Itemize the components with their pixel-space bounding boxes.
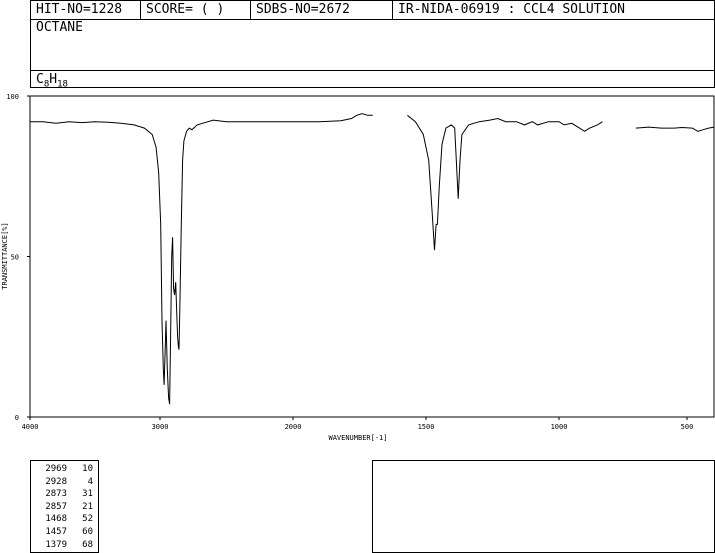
peak-transmittance: 52: [82, 514, 93, 525]
header-divider-top: [31, 19, 714, 20]
ir-spectrum-chart: 0 50 100 4000 3000 2000 1500 1000 500 WAVENUMBE…: [1, 93, 715, 442]
peak-row: 2857 21: [35, 501, 97, 513]
peak-wavenumber: 2857: [45, 501, 67, 512]
peak-transmittance: 68: [82, 539, 93, 550]
formula-c: C: [36, 72, 44, 87]
peak-row: 2969 10: [35, 463, 97, 475]
header-divider-bottom: [31, 70, 714, 71]
header-panel: HIT-NO=1228 SCORE= ( ) SDBS-NO=2672 IR-N…: [30, 0, 715, 90]
formula-h-count: 18: [57, 79, 68, 90]
score: SCORE= ( ): [141, 1, 251, 19]
peak-row: 2873 31: [35, 488, 97, 500]
y-tick-label: 50: [11, 254, 19, 262]
x-axis-label: WAVENUMBER[-1]: [328, 434, 387, 442]
x-tick-label: 4000: [22, 423, 39, 431]
peak-row: 1468 52: [35, 513, 97, 525]
spectrum-segment-1: [30, 113, 373, 405]
y-axis-label: TRANSMITTANCE[%]: [1, 222, 9, 289]
x-tick-label: 1500: [418, 423, 435, 431]
peak-wavenumber: 2928: [45, 476, 67, 487]
peak-transmittance: 60: [82, 527, 93, 537]
y-tick-label: 100: [6, 93, 19, 101]
peak-wavenumber: 2873: [45, 489, 67, 500]
peak-transmittance: 4: [87, 476, 93, 487]
peak-wavenumber: 1457: [45, 527, 67, 537]
peak-row: 1379 68: [35, 539, 97, 551]
plot-frame: [29, 95, 715, 418]
formula-h: H: [49, 72, 58, 87]
x-tick-label: 3000: [152, 423, 169, 431]
x-tick-label: 2000: [285, 423, 302, 431]
peak-wavenumber: 1468: [45, 514, 67, 525]
spectrum-segment-2: [407, 114, 603, 251]
peak-transmittance: 10: [82, 464, 93, 474]
peak-row: 1457 60: [35, 526, 97, 538]
x-tick-label: 500: [681, 423, 694, 431]
compound-name: OCTANE: [36, 20, 83, 35]
sdbs-number: SDBS-NO=2672: [251, 1, 393, 19]
y-tick-label: 0: [15, 414, 19, 422]
peak-table: 2969 10 2928 4 2873 31 2857 21 1468 52 1457 60 1379 6…: [30, 460, 99, 553]
peak-transmittance: 31: [82, 489, 93, 500]
peak-wavenumber: 2969: [45, 464, 67, 474]
spectrum-segment-3: [635, 126, 715, 132]
peak-row: 2928 4: [35, 476, 97, 488]
peak-transmittance: 21: [82, 501, 93, 512]
source-info: IR-NIDA-06919 : CCL4 SOLUTION: [398, 2, 625, 17]
peak-wavenumber: 1379: [45, 539, 67, 550]
hit-number: HIT-NO=1228: [31, 1, 141, 19]
molecular-formula: C8H18: [36, 72, 68, 90]
comment-box: [372, 460, 715, 553]
x-tick-label: 1000: [551, 423, 568, 431]
